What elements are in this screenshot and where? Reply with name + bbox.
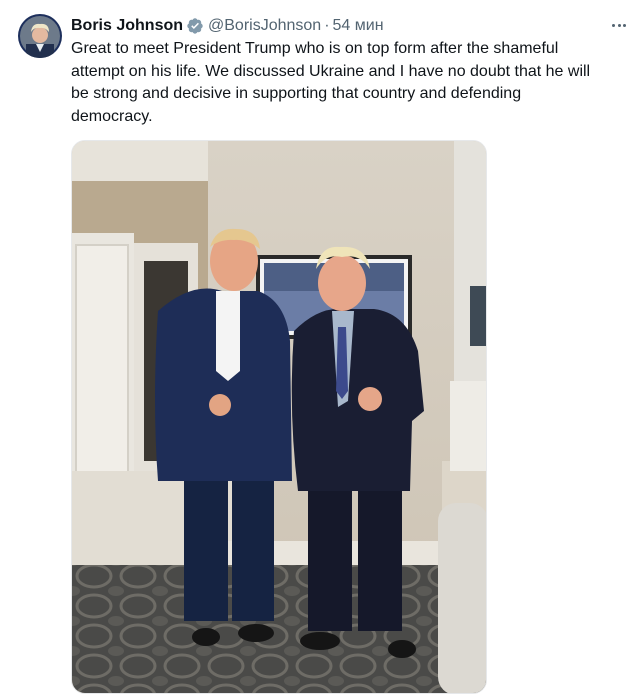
avatar[interactable] [18,14,62,58]
more-options-icon[interactable] [608,14,630,36]
tweet-timestamp[interactable]: 54 мин [333,16,384,36]
tweet-header: Boris Johnson @BorisJohnson · 54 мин [71,16,600,36]
tweet: Boris Johnson @BorisJohnson · 54 мин Gre… [0,0,640,697]
tweet-photo[interactable] [71,140,487,694]
photo-illustration [72,141,486,693]
verified-badge-icon [186,17,204,35]
avatar-image [18,14,62,58]
author-name[interactable]: Boris Johnson [71,16,183,36]
tweet-text: Great to meet President Trump who is on … [71,40,591,125]
author-handle[interactable]: @BorisJohnson [208,16,321,36]
header-separator: · [324,17,330,34]
